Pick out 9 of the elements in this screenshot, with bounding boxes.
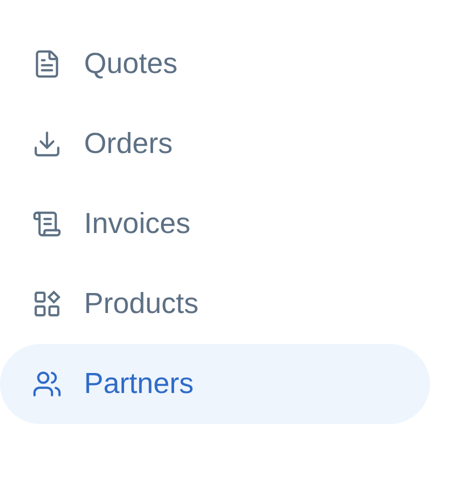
sidebar-item[interactable]: Quotes [0,24,430,104]
sidebar-item[interactable]: Products [0,264,430,344]
grid-shapes-icon [32,289,62,319]
download-icon [32,129,62,159]
sidebar-item[interactable]: Orders [0,104,430,184]
sidebar-item[interactable]: Partners [0,344,430,424]
sidebar-item[interactable]: Invoices [0,184,430,264]
receipt-icon [32,209,62,239]
users-icon [32,369,62,399]
